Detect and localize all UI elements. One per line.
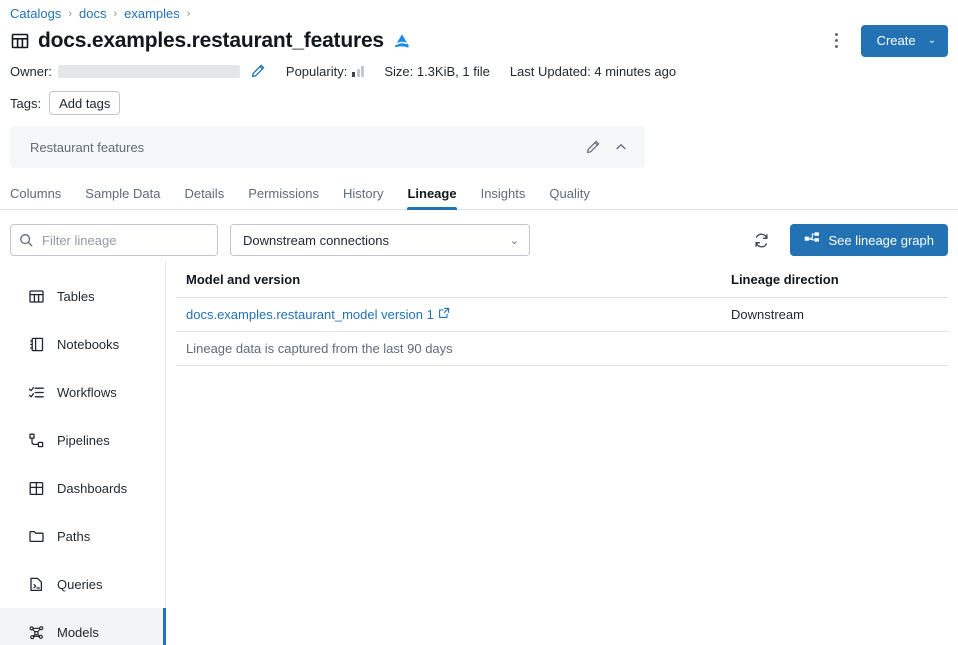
sidebar-item-paths[interactable]: Paths [0, 512, 165, 560]
lineage-direction-select[interactable]: Downstream connections ⌄ [230, 224, 530, 256]
sidebar-item-tables[interactable]: Tables [0, 272, 165, 320]
table-icon [28, 288, 45, 305]
breadcrumb-separator: › [113, 8, 117, 20]
cell-model-and-version: docs.examples.restaurant_model version 1 [176, 298, 721, 332]
sidebar-item-dashboards[interactable]: Dashboards [0, 464, 165, 512]
description-text: Restaurant features [30, 140, 579, 155]
delta-lake-logo [393, 32, 411, 50]
sidebar-item-models[interactable]: Models [0, 608, 165, 645]
model-link[interactable]: docs.examples.restaurant_model version 1 [186, 307, 450, 322]
model-icon [28, 624, 45, 641]
table-body: docs.examples.restaurant_model version 1 [176, 298, 948, 366]
size-label: Size: 1.3KiB, 1 file [384, 64, 490, 79]
sidebar-item-label: Tables [57, 289, 95, 304]
breadcrumb-item-catalogs[interactable]: Catalogs [10, 6, 61, 21]
breadcrumb-separator: › [187, 8, 191, 20]
external-link-icon [438, 307, 450, 322]
tab-insights[interactable]: Insights [469, 186, 538, 209]
tab-details[interactable]: Details [172, 186, 236, 209]
sidebar-item-label: Workflows [57, 385, 117, 400]
tab-columns[interactable]: Columns [10, 186, 73, 209]
tab-quality[interactable]: Quality [537, 186, 601, 209]
edit-description-pencil-icon[interactable] [579, 133, 607, 161]
lineage-toolbar: Downstream connections ⌄ S [0, 210, 958, 258]
lineage-direction-value: Downstream connections [243, 233, 510, 248]
tab-sample-data[interactable]: Sample Data [73, 186, 172, 209]
sidebar-item-pipelines[interactable]: Pipelines [0, 416, 165, 464]
tab-history[interactable]: History [331, 186, 395, 209]
tab-lineage[interactable]: Lineage [395, 186, 468, 209]
last-updated-label: Last Updated: 4 minutes ago [510, 64, 676, 79]
tab-bar: Columns Sample Data Details Permissions … [0, 180, 958, 210]
sidebar-item-notebooks[interactable]: Notebooks [0, 320, 165, 368]
model-link-label: docs.examples.restaurant_model version 1 [186, 307, 434, 322]
popularity-bars-icon [352, 66, 364, 77]
query-icon [28, 576, 45, 593]
table-footer-note-row: Lineage data is captured from the last 9… [176, 332, 948, 366]
see-lineage-graph-button[interactable]: See lineage graph [790, 224, 948, 256]
metadata-row: Owner: Popularity: Size: 1.3KiB, 1 file … [0, 58, 958, 84]
notebook-icon [28, 336, 45, 353]
table-header: Model and version Lineage direction [176, 262, 948, 298]
search-input[interactable] [40, 232, 209, 249]
owner-value-redacted [58, 65, 240, 78]
sidebar-item-label: Pipelines [57, 433, 110, 448]
owner-label: Owner: [10, 64, 52, 79]
breadcrumb-item-docs[interactable]: docs [79, 6, 106, 21]
add-tags-button[interactable]: Add tags [49, 91, 120, 115]
lineage-table: Model and version Lineage direction docs… [176, 262, 948, 366]
popularity-label: Popularity: [286, 64, 347, 79]
breadcrumb-separator: › [68, 8, 72, 20]
column-header-model-and-version: Model and version [176, 262, 721, 298]
lineage-sidebar: Tables Notebooks [0, 262, 166, 641]
catalog-table-page: Catalogs › docs › examples › docs.exampl… [0, 0, 958, 645]
table-header-row: Model and version Lineage direction [176, 262, 948, 298]
sidebar-item-label: Dashboards [57, 481, 127, 496]
breadcrumb: Catalogs › docs › examples › [0, 0, 958, 22]
sidebar-item-workflows[interactable]: Workflows [0, 368, 165, 416]
page-title-row: docs.examples.restaurant_features Create… [0, 22, 958, 56]
filter-lineage-field[interactable] [10, 224, 218, 256]
create-button[interactable]: Create ⌄ [861, 25, 948, 57]
cell-lineage-direction: Downstream [721, 298, 948, 332]
graph-icon [804, 231, 820, 250]
see-lineage-graph-label: See lineage graph [828, 233, 934, 248]
table-row: docs.examples.restaurant_model version 1 [176, 298, 948, 332]
column-header-lineage-direction: Lineage direction [721, 262, 948, 298]
refresh-icon[interactable] [746, 225, 776, 255]
edit-owner-pencil-icon[interactable] [250, 63, 266, 79]
lineage-retention-note: Lineage data is captured from the last 9… [176, 332, 948, 366]
lineage-table-panel: Model and version Lineage direction docs… [166, 262, 958, 641]
collapse-description-chevron-up-icon[interactable] [607, 133, 635, 161]
sidebar-item-queries[interactable]: Queries [0, 560, 165, 608]
breadcrumb-item-examples[interactable]: examples [124, 6, 180, 21]
create-button-label: Create [877, 33, 916, 48]
description-panel: Restaurant features [10, 126, 645, 168]
sidebar-item-label: Paths [57, 529, 90, 544]
more-options-icon[interactable] [825, 27, 849, 55]
workflow-icon [28, 384, 45, 401]
lineage-body: Tables Notebooks [0, 262, 958, 641]
tags-row: Tags: Add tags [0, 88, 958, 118]
sidebar-item-label: Queries [57, 577, 103, 592]
search-icon [19, 233, 33, 247]
sidebar-item-label: Notebooks [57, 337, 119, 352]
tags-label: Tags: [10, 96, 41, 111]
chevron-down-icon: ⌄ [928, 36, 936, 46]
sidebar-item-label: Models [57, 625, 99, 640]
popularity-meta: Popularity: [286, 64, 364, 79]
tab-permissions[interactable]: Permissions [236, 186, 331, 209]
pipeline-icon [28, 432, 45, 449]
page-title: docs.examples.restaurant_features [38, 29, 384, 53]
folder-icon [28, 528, 45, 545]
chevron-down-icon: ⌄ [510, 234, 519, 247]
table-icon [10, 31, 30, 51]
dashboard-icon [28, 480, 45, 497]
